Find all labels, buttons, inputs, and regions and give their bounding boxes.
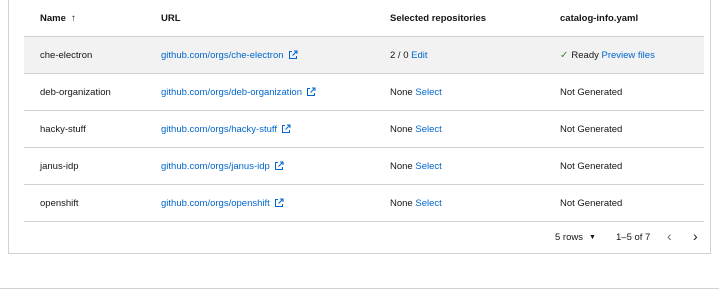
selected-repositories-cell: 2 / 0 Edit <box>374 36 544 74</box>
caret-down-icon: ▼ <box>588 234 596 241</box>
org-name: openshift <box>24 184 145 222</box>
catalog-status: Not Generated <box>544 73 704 111</box>
catalog-status: Not Generated <box>544 184 704 222</box>
preview-files-link[interactable]: Preview files <box>602 50 655 61</box>
catalog-status-cell: ✓ Ready Preview files <box>544 36 704 74</box>
org-name: deb-organization <box>24 73 145 111</box>
divider <box>0 288 719 289</box>
arrow-up-icon: ↑ <box>70 12 76 24</box>
org-name: janus-idp <box>24 147 145 185</box>
select-repositories-link[interactable]: Select <box>415 87 441 98</box>
select-repositories-link[interactable]: Select <box>415 198 441 209</box>
selected-repositories-value: 2 / 0 <box>390 49 409 61</box>
column-header-name[interactable]: Name ↑ <box>24 0 145 37</box>
external-link-icon <box>274 198 284 207</box>
catalog-status: Not Generated <box>544 110 704 148</box>
table-row[interactable]: openshift github.com/orgs/openshift None… <box>24 184 704 222</box>
chevron-left-icon[interactable]: ‹ <box>667 228 672 244</box>
external-link-icon <box>307 87 316 96</box>
selected-repositories-value: None <box>390 123 413 135</box>
selected-repositories-cell: None Select <box>374 73 544 111</box>
catalog-status: Ready <box>571 49 599 61</box>
org-url-link[interactable]: github.com/orgs/openshift <box>145 184 374 222</box>
org-name: che-electron <box>24 36 145 74</box>
org-url-link[interactable]: github.com/orgs/hacky-stuff <box>145 110 374 148</box>
catalog-status: Not Generated <box>544 147 704 185</box>
selected-repositories-value: None <box>390 86 413 98</box>
select-repositories-link[interactable]: Select <box>415 161 441 172</box>
edit-repositories-link[interactable]: Edit <box>411 50 427 61</box>
table-row[interactable]: hacky-stuff github.com/orgs/hacky-stuff … <box>24 110 704 148</box>
org-name: hacky-stuff <box>24 110 145 148</box>
external-link-icon <box>274 161 284 170</box>
selected-repositories-cell: None Select <box>374 147 544 185</box>
org-url-text[interactable]: github.com/orgs/janus-idp <box>161 161 270 172</box>
check-icon: ✓ <box>560 49 569 61</box>
column-header-catalog-info: catalog-info.yaml <box>544 0 704 37</box>
org-url-link[interactable]: github.com/orgs/janus-idp <box>145 147 374 185</box>
table-row[interactable]: deb-organization github.com/orgs/deb-org… <box>24 73 704 111</box>
org-url-text[interactable]: github.com/orgs/deb-organization <box>161 87 302 98</box>
external-link-icon <box>288 50 298 59</box>
selected-repositories-cell: None Select <box>374 110 544 148</box>
organizations-table-card: Name ↑ URL Selected repositories catalog-… <box>8 0 711 254</box>
org-url-text[interactable]: github.com/orgs/openshift <box>161 198 270 209</box>
pagination-range: 1–5 of 7 <box>616 232 651 243</box>
chevron-right-icon[interactable]: › <box>693 228 698 244</box>
select-repositories-link[interactable]: Select <box>415 124 441 135</box>
org-url-text[interactable]: github.com/orgs/hacky-stuff <box>161 124 277 135</box>
rows-per-page-dropdown[interactable]: 5 rows ▼ <box>555 232 596 243</box>
column-header-url: URL <box>145 0 374 37</box>
table-row[interactable]: che-electron github.com/orgs/che-electro… <box>24 36 704 74</box>
column-header-name-label: Name <box>40 12 66 24</box>
pagination: 5 rows ▼ 1–5 of 7 ‹ › <box>9 221 712 253</box>
selected-repositories-value: None <box>390 197 413 209</box>
selected-repositories-cell: None Select <box>374 184 544 222</box>
external-link-icon <box>282 124 291 133</box>
column-header-selected-repositories: Selected repositories <box>374 0 544 37</box>
table-row[interactable]: janus-idp github.com/orgs/janus-idp None… <box>24 147 704 185</box>
org-url-link[interactable]: github.com/orgs/deb-organization <box>145 73 374 111</box>
org-url-link[interactable]: github.com/orgs/che-electron <box>145 36 374 74</box>
organizations-table: Name ↑ URL Selected repositories catalog-… <box>24 0 704 222</box>
rows-per-page-label: 5 rows <box>555 232 583 243</box>
selected-repositories-value: None <box>390 160 413 172</box>
table-header-row: Name ↑ URL Selected repositories catalog-… <box>24 0 704 37</box>
org-url-text[interactable]: github.com/orgs/che-electron <box>161 50 284 61</box>
